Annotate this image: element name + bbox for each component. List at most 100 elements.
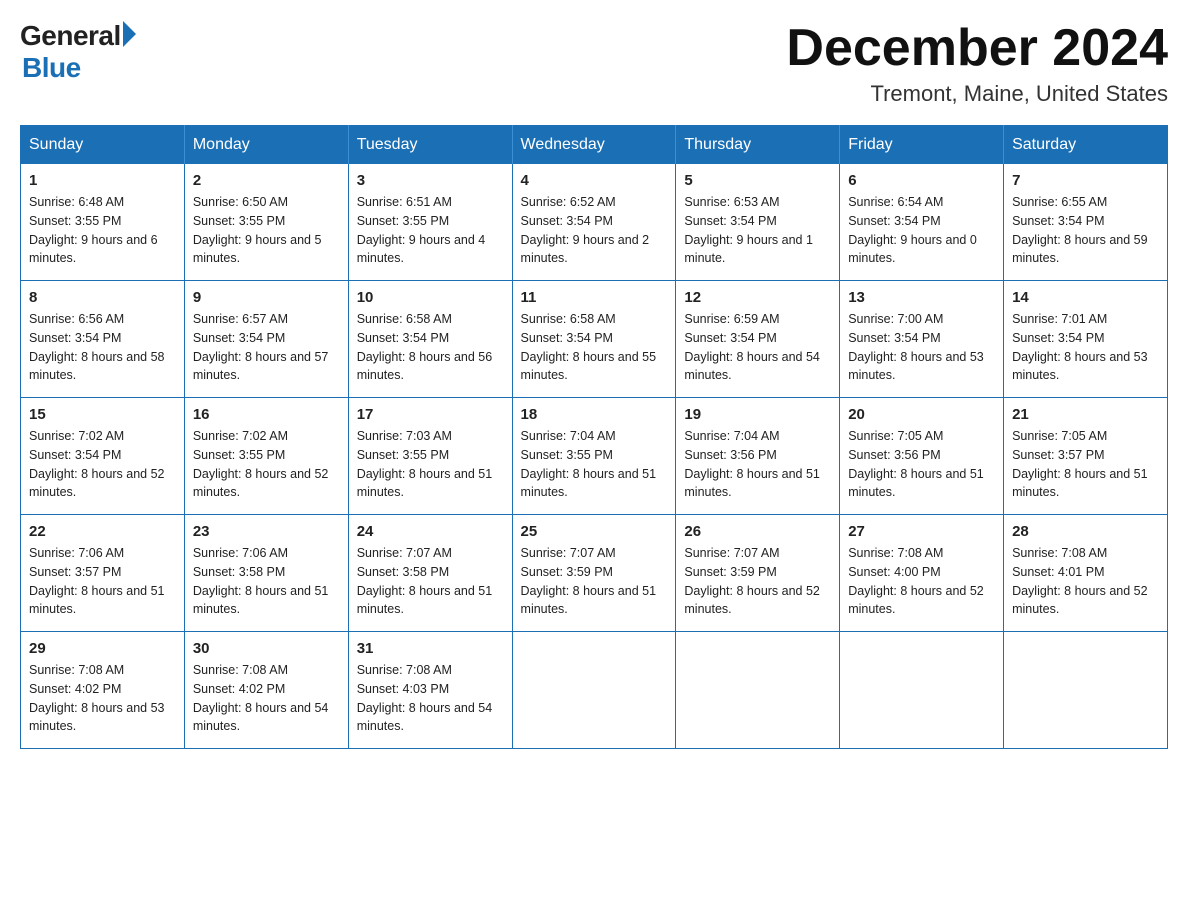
- calendar-day-cell: 27 Sunrise: 7:08 AM Sunset: 4:00 PM Dayl…: [840, 515, 1004, 632]
- calendar-day-cell: 19 Sunrise: 7:04 AM Sunset: 3:56 PM Dayl…: [676, 398, 840, 515]
- day-number: 5: [684, 172, 831, 189]
- day-number: 25: [521, 523, 668, 540]
- day-info: Sunrise: 7:08 AM Sunset: 4:02 PM Dayligh…: [29, 661, 176, 736]
- day-info: Sunrise: 7:03 AM Sunset: 3:55 PM Dayligh…: [357, 427, 504, 502]
- calendar-day-cell: [676, 632, 840, 749]
- calendar-day-cell: 22 Sunrise: 7:06 AM Sunset: 3:57 PM Dayl…: [21, 515, 185, 632]
- title-section: December 2024 Tremont, Maine, United Sta…: [786, 20, 1168, 107]
- day-number: 16: [193, 406, 340, 423]
- calendar-day-cell: [512, 632, 676, 749]
- day-number: 4: [521, 172, 668, 189]
- day-info: Sunrise: 6:55 AM Sunset: 3:54 PM Dayligh…: [1012, 193, 1159, 268]
- calendar-week-row: 22 Sunrise: 7:06 AM Sunset: 3:57 PM Dayl…: [21, 515, 1168, 632]
- daylight-text: 8 hours and 52 minutes.: [29, 467, 165, 500]
- day-info: Sunrise: 7:08 AM Sunset: 4:00 PM Dayligh…: [848, 544, 995, 619]
- day-info: Sunrise: 7:05 AM Sunset: 3:57 PM Dayligh…: [1012, 427, 1159, 502]
- page-title: December 2024: [786, 20, 1168, 77]
- day-info: Sunrise: 7:00 AM Sunset: 3:54 PM Dayligh…: [848, 310, 995, 385]
- calendar-day-cell: 26 Sunrise: 7:07 AM Sunset: 3:59 PM Dayl…: [676, 515, 840, 632]
- calendar-day-cell: 17 Sunrise: 7:03 AM Sunset: 3:55 PM Dayl…: [348, 398, 512, 515]
- daylight-text: 8 hours and 52 minutes.: [684, 584, 820, 617]
- calendar-day-cell: 7 Sunrise: 6:55 AM Sunset: 3:54 PM Dayli…: [1004, 164, 1168, 281]
- daylight-text: 8 hours and 51 minutes.: [684, 467, 820, 500]
- calendar-day-cell: 3 Sunrise: 6:51 AM Sunset: 3:55 PM Dayli…: [348, 164, 512, 281]
- daylight-text: 8 hours and 54 minutes.: [357, 701, 493, 734]
- day-info: Sunrise: 7:08 AM Sunset: 4:01 PM Dayligh…: [1012, 544, 1159, 619]
- day-number: 10: [357, 289, 504, 306]
- daylight-text: 8 hours and 53 minutes.: [848, 350, 984, 383]
- day-number: 21: [1012, 406, 1159, 423]
- day-number: 27: [848, 523, 995, 540]
- logo: General Blue: [20, 20, 136, 84]
- calendar-day-cell: 30 Sunrise: 7:08 AM Sunset: 4:02 PM Dayl…: [184, 632, 348, 749]
- day-info: Sunrise: 6:48 AM Sunset: 3:55 PM Dayligh…: [29, 193, 176, 268]
- day-info: Sunrise: 6:59 AM Sunset: 3:54 PM Dayligh…: [684, 310, 831, 385]
- day-number: 6: [848, 172, 995, 189]
- calendar-day-cell: [840, 632, 1004, 749]
- daylight-text: 8 hours and 57 minutes.: [193, 350, 329, 383]
- day-number: 7: [1012, 172, 1159, 189]
- daylight-text: 9 hours and 0 minutes.: [848, 233, 977, 266]
- calendar-day-cell: 18 Sunrise: 7:04 AM Sunset: 3:55 PM Dayl…: [512, 398, 676, 515]
- calendar-table: SundayMondayTuesdayWednesdayThursdayFrid…: [20, 125, 1168, 749]
- logo-triangle-icon: [123, 21, 136, 47]
- weekday-header-monday: Monday: [184, 126, 348, 165]
- weekday-header-thursday: Thursday: [676, 126, 840, 165]
- calendar-day-cell: 25 Sunrise: 7:07 AM Sunset: 3:59 PM Dayl…: [512, 515, 676, 632]
- daylight-text: 8 hours and 59 minutes.: [1012, 233, 1148, 266]
- calendar-day-cell: 10 Sunrise: 6:58 AM Sunset: 3:54 PM Dayl…: [348, 281, 512, 398]
- calendar-day-cell: 6 Sunrise: 6:54 AM Sunset: 3:54 PM Dayli…: [840, 164, 1004, 281]
- day-number: 11: [521, 289, 668, 306]
- calendar-day-cell: 21 Sunrise: 7:05 AM Sunset: 3:57 PM Dayl…: [1004, 398, 1168, 515]
- day-number: 17: [357, 406, 504, 423]
- day-info: Sunrise: 6:57 AM Sunset: 3:54 PM Dayligh…: [193, 310, 340, 385]
- calendar-day-cell: 8 Sunrise: 6:56 AM Sunset: 3:54 PM Dayli…: [21, 281, 185, 398]
- weekday-header-sunday: Sunday: [21, 126, 185, 165]
- day-info: Sunrise: 6:58 AM Sunset: 3:54 PM Dayligh…: [521, 310, 668, 385]
- calendar-day-cell: 12 Sunrise: 6:59 AM Sunset: 3:54 PM Dayl…: [676, 281, 840, 398]
- day-number: 30: [193, 640, 340, 657]
- calendar-week-row: 15 Sunrise: 7:02 AM Sunset: 3:54 PM Dayl…: [21, 398, 1168, 515]
- day-number: 13: [848, 289, 995, 306]
- page-header: General Blue December 2024 Tremont, Main…: [20, 20, 1168, 107]
- day-info: Sunrise: 7:07 AM Sunset: 3:59 PM Dayligh…: [521, 544, 668, 619]
- day-info: Sunrise: 7:04 AM Sunset: 3:56 PM Dayligh…: [684, 427, 831, 502]
- day-info: Sunrise: 7:05 AM Sunset: 3:56 PM Dayligh…: [848, 427, 995, 502]
- day-number: 28: [1012, 523, 1159, 540]
- daylight-text: 8 hours and 51 minutes.: [193, 584, 329, 617]
- day-info: Sunrise: 6:54 AM Sunset: 3:54 PM Dayligh…: [848, 193, 995, 268]
- daylight-text: 8 hours and 51 minutes.: [357, 467, 493, 500]
- weekday-header-saturday: Saturday: [1004, 126, 1168, 165]
- day-info: Sunrise: 6:50 AM Sunset: 3:55 PM Dayligh…: [193, 193, 340, 268]
- day-number: 18: [521, 406, 668, 423]
- daylight-text: 8 hours and 51 minutes.: [1012, 467, 1148, 500]
- calendar-day-cell: 13 Sunrise: 7:00 AM Sunset: 3:54 PM Dayl…: [840, 281, 1004, 398]
- day-number: 31: [357, 640, 504, 657]
- weekday-header-row: SundayMondayTuesdayWednesdayThursdayFrid…: [21, 126, 1168, 165]
- daylight-text: 8 hours and 58 minutes.: [29, 350, 165, 383]
- day-info: Sunrise: 7:02 AM Sunset: 3:55 PM Dayligh…: [193, 427, 340, 502]
- day-number: 19: [684, 406, 831, 423]
- day-number: 3: [357, 172, 504, 189]
- day-info: Sunrise: 7:07 AM Sunset: 3:59 PM Dayligh…: [684, 544, 831, 619]
- day-info: Sunrise: 6:52 AM Sunset: 3:54 PM Dayligh…: [521, 193, 668, 268]
- weekday-header-wednesday: Wednesday: [512, 126, 676, 165]
- day-info: Sunrise: 7:08 AM Sunset: 4:03 PM Dayligh…: [357, 661, 504, 736]
- daylight-text: 8 hours and 52 minutes.: [1012, 584, 1148, 617]
- logo-text-general: General: [20, 20, 121, 52]
- day-info: Sunrise: 6:58 AM Sunset: 3:54 PM Dayligh…: [357, 310, 504, 385]
- daylight-text: 8 hours and 51 minutes.: [848, 467, 984, 500]
- calendar-day-cell: 4 Sunrise: 6:52 AM Sunset: 3:54 PM Dayli…: [512, 164, 676, 281]
- calendar-day-cell: 9 Sunrise: 6:57 AM Sunset: 3:54 PM Dayli…: [184, 281, 348, 398]
- day-number: 1: [29, 172, 176, 189]
- daylight-text: 9 hours and 5 minutes.: [193, 233, 322, 266]
- daylight-text: 8 hours and 52 minutes.: [848, 584, 984, 617]
- day-info: Sunrise: 7:07 AM Sunset: 3:58 PM Dayligh…: [357, 544, 504, 619]
- day-number: 2: [193, 172, 340, 189]
- calendar-day-cell: 11 Sunrise: 6:58 AM Sunset: 3:54 PM Dayl…: [512, 281, 676, 398]
- daylight-text: 8 hours and 54 minutes.: [193, 701, 329, 734]
- day-number: 20: [848, 406, 995, 423]
- calendar-day-cell: 1 Sunrise: 6:48 AM Sunset: 3:55 PM Dayli…: [21, 164, 185, 281]
- calendar-week-row: 8 Sunrise: 6:56 AM Sunset: 3:54 PM Dayli…: [21, 281, 1168, 398]
- daylight-text: 8 hours and 51 minutes.: [357, 584, 493, 617]
